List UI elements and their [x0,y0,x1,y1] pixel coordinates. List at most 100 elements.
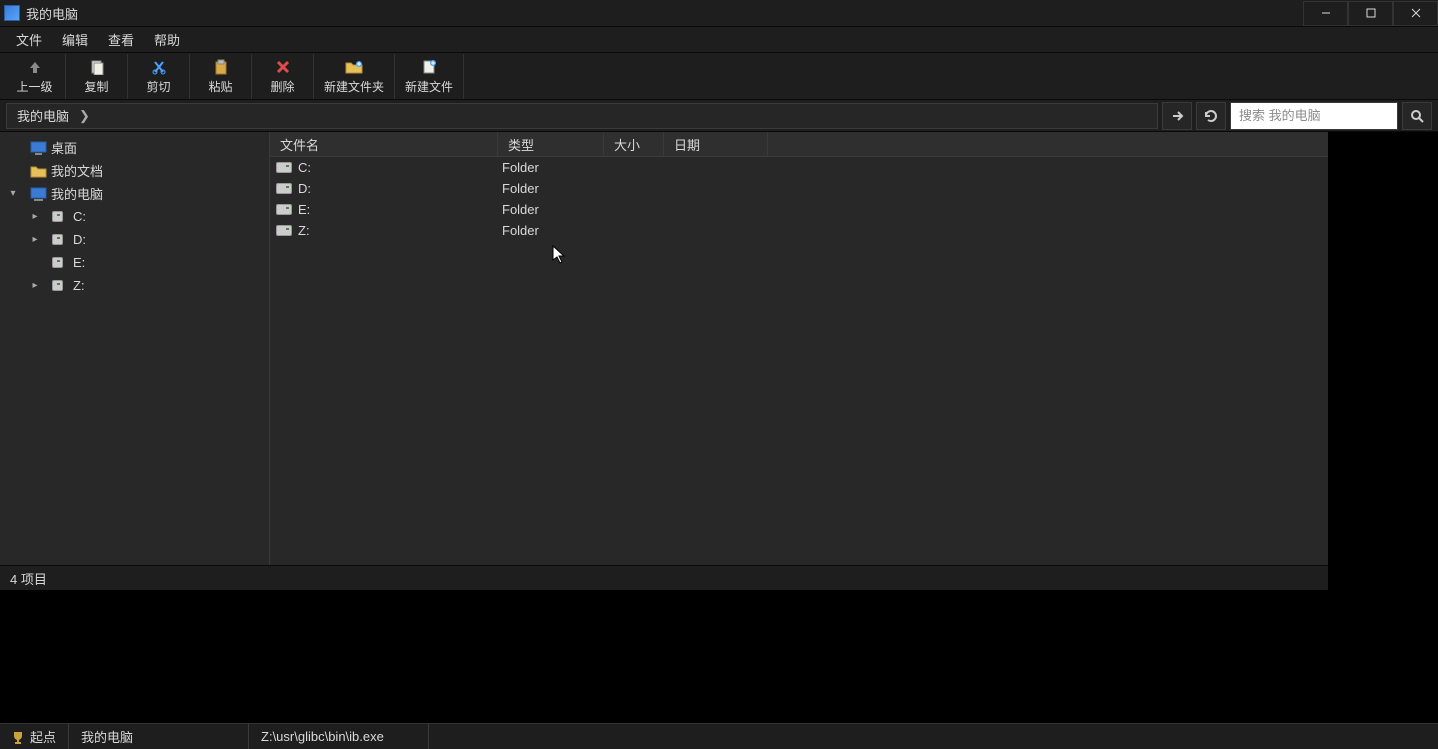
list-item[interactable]: E: Folder [270,199,1328,220]
app-icon [4,5,20,21]
cell-type: Folder [498,181,604,196]
maximize-button[interactable] [1348,1,1393,26]
minimize-icon [1320,7,1332,19]
drive-icon [276,183,292,194]
tree-drive-e-label: E: [73,255,85,270]
main-area: 桌面 我的文档 ▾ 我的电脑 ▸ C: ▸ D: [0,132,1328,566]
folder-icon [30,164,47,178]
taskbar: 起点 我的电脑 Z:\usr\glibc\bin\ib.exe [0,723,1438,749]
status-bar: 4 项目 [0,566,1328,590]
column-header-date[interactable]: 日期 [664,132,768,156]
cell-name: E: [298,202,310,217]
close-button[interactable] [1393,1,1438,26]
desktop-icon [30,141,47,155]
drive-icon [52,210,69,224]
cell-name: Z: [298,223,310,238]
menu-edit[interactable]: 编辑 [52,27,98,52]
tree-drive-z[interactable]: ▸ Z: [0,274,269,297]
menu-help[interactable]: 帮助 [144,27,190,52]
tree-drive-d[interactable]: ▸ D: [0,228,269,251]
cell-type: Folder [498,202,604,217]
taskbar-item-1-label: 我的电脑 [81,727,133,746]
new-file-icon [420,58,438,76]
start-label: 起点 [30,727,56,746]
menubar: 文件 编辑 查看 帮助 [0,27,1438,53]
menu-view[interactable]: 查看 [98,27,144,52]
cell-type: Folder [498,223,604,238]
refresh-icon [1203,108,1219,124]
tree-drive-z-label: Z: [73,278,85,293]
drive-icon [52,279,69,293]
arrow-up-icon [26,58,44,76]
taskbar-item-2[interactable]: Z:\usr\glibc\bin\ib.exe [249,724,429,749]
start-button[interactable]: 起点 [0,724,69,749]
tree-mycomputer-label: 我的电脑 [51,184,103,203]
search-button[interactable] [1402,102,1432,130]
breadcrumb-crumb[interactable]: 我的电脑 [13,106,73,125]
drive-icon [52,233,69,247]
tree-drive-c[interactable]: ▸ C: [0,205,269,228]
toolbar-up-button[interactable]: 上一级 [4,54,66,99]
toolbar-cut-label: 剪切 [146,78,170,95]
toolbar-copy-button[interactable]: 复制 [66,54,128,99]
tree-documents[interactable]: 我的文档 [0,159,269,182]
expand-icon[interactable]: ▸ [30,280,40,291]
list-header: 文件名 类型 大小 日期 [270,132,1328,157]
list-item[interactable]: Z: Folder [270,220,1328,241]
go-button[interactable] [1162,102,1192,130]
tree-drive-d-label: D: [73,232,86,247]
drive-icon [276,162,292,173]
menu-file[interactable]: 文件 [6,27,52,52]
toolbar-up-label: 上一级 [16,78,52,95]
drive-icon [276,204,292,215]
cell-name: C: [298,160,311,175]
chevron-right-icon[interactable]: ❯ [73,108,96,124]
paste-icon [212,58,230,76]
toolbar-paste-label: 粘贴 [208,78,232,95]
refresh-button[interactable] [1196,102,1226,130]
tree-desktop-label: 桌面 [51,138,77,157]
file-list-panel: 文件名 类型 大小 日期 C: Folder D: Folder E: Fold… [270,132,1328,565]
toolbar-delete-label: 删除 [270,78,294,95]
search-input[interactable] [1230,102,1398,130]
list-item[interactable]: D: Folder [270,178,1328,199]
tree-drive-e[interactable]: E: [0,251,269,274]
trophy-icon [12,730,24,744]
titlebar: 我的电脑 [0,0,1438,27]
toolbar-delete-button[interactable]: 删除 [252,54,314,99]
new-folder-icon [345,58,363,76]
list-rows[interactable]: C: Folder D: Folder E: Folder Z: Folder [270,157,1328,565]
column-header-type[interactable]: 类型 [498,132,604,156]
toolbar-new-file-button[interactable]: 新建文件 [395,54,464,99]
search-icon [1409,108,1425,124]
toolbar-cut-button[interactable]: 剪切 [128,54,190,99]
expand-icon[interactable]: ▸ [30,234,40,245]
status-text: 4 项目 [10,569,47,588]
minimize-button[interactable] [1303,1,1348,26]
taskbar-item-1[interactable]: 我的电脑 [69,724,249,749]
column-header-name[interactable]: 文件名 [270,132,498,156]
tree-mycomputer[interactable]: ▾ 我的电脑 [0,182,269,205]
tree-documents-label: 我的文档 [51,161,103,180]
tree-desktop[interactable]: 桌面 [0,136,269,159]
close-icon [1410,7,1422,19]
toolbar-new-folder-button[interactable]: 新建文件夹 [314,54,395,99]
toolbar-new-file-label: 新建文件 [405,78,453,95]
toolbar: 上一级 复制 剪切 粘贴 删除 新建文件夹 新建文件 [0,53,1438,100]
tree-drive-c-label: C: [73,209,86,224]
scissors-icon [150,58,168,76]
computer-icon [30,187,47,201]
cell-type: Folder [498,160,604,175]
address-row: 我的电脑 ❯ [0,100,1438,132]
drive-icon [52,256,69,270]
expand-icon[interactable]: ▸ [30,211,40,222]
list-item[interactable]: C: Folder [270,157,1328,178]
tree-panel: 桌面 我的文档 ▾ 我的电脑 ▸ C: ▸ D: [0,132,270,565]
column-header-size[interactable]: 大小 [604,132,664,156]
taskbar-item-2-label: Z:\usr\glibc\bin\ib.exe [261,729,384,744]
collapse-icon[interactable]: ▾ [8,188,18,199]
toolbar-paste-button[interactable]: 粘贴 [190,54,252,99]
breadcrumb[interactable]: 我的电脑 ❯ [6,103,1158,129]
arrow-right-icon [1169,108,1185,124]
copy-icon [88,58,106,76]
